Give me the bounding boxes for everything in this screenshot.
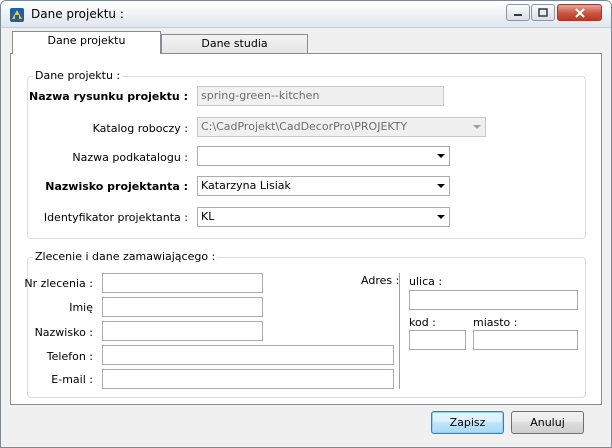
street-label: ulica : [409,275,443,288]
tab-dane-studia[interactable]: Dane studia [161,34,308,55]
designer-id-select[interactable]: KL [197,207,450,227]
address-label: Adres : [361,274,400,287]
email-input[interactable] [102,369,394,389]
chevron-down-icon [437,154,445,158]
title-bar[interactable]: Dane projektu : [1,1,611,28]
maximize-icon [538,8,548,17]
tab-dane-projektu[interactable]: Dane projektu [12,31,161,54]
catalog-select[interactable]: C:\CadProjekt\CadDecorPro\PROJEKTY [197,117,486,137]
street-input[interactable] [409,290,578,310]
email-label: E-mail : [51,373,93,386]
phone-label: Telefon : [46,350,93,363]
city-label: miasto : [473,316,518,329]
order-number-label: Nr zlecenia : [24,277,93,290]
first-name-label: Imię [69,301,93,314]
close-button[interactable] [557,4,602,21]
chevron-down-icon [473,125,481,129]
order-number-input[interactable] [102,273,263,293]
postal-code-input[interactable] [409,330,466,350]
tab-panel: Dane projektu : Nazwa rysunku projektu :… [10,53,602,405]
project-name-field[interactable]: spring-green--kitchen [197,86,444,106]
designer-select[interactable]: Katarzyna Lisiak [197,176,450,196]
last-name-label: Nazwisko : [34,326,93,339]
save-button[interactable]: Zapisz [431,411,504,434]
designer-id-label: Identyfikator projektanta : [43,211,188,224]
project-name-label: Nazwa rysunku projektu : [29,90,188,103]
city-input[interactable] [473,330,578,350]
project-group-legend: Dane projektu : [33,69,123,82]
address-separator [399,273,400,389]
first-name-input[interactable] [102,297,263,317]
subcatalog-label: Nazwa podkatalogu : [72,151,188,164]
dialog-window: Dane projektu : Dane projektu Dane studi… [0,0,612,448]
maximize-button[interactable] [531,4,555,21]
minimize-button[interactable] [506,4,530,21]
chevron-down-icon [437,184,445,188]
window-title: Dane projektu : [31,7,124,21]
subcatalog-select[interactable] [197,146,450,166]
last-name-input[interactable] [102,321,263,341]
cancel-button[interactable]: Anuluj [511,411,584,434]
chevron-down-icon [437,215,445,219]
designer-label: Nazwisko projektanta : [45,180,188,193]
client-group-legend: Zlecenie i dane zamawiającego : [33,250,218,263]
phone-input[interactable] [102,345,394,365]
close-icon [574,7,585,18]
catalog-label: Katalog roboczy : [92,122,188,135]
postal-code-label: kod : [409,316,436,329]
catalog-value: C:\CadProjekt\CadDecorPro\PROJEKTY [201,120,408,133]
designer-id-value: KL [201,210,215,223]
minimize-icon [514,13,522,16]
designer-value: Katarzyna Lisiak [201,179,291,192]
app-icon [10,8,24,22]
